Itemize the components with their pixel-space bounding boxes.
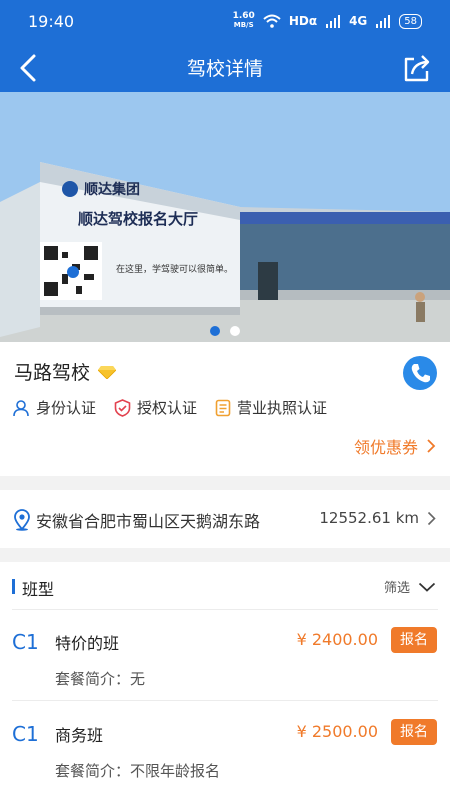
address-row[interactable]: 安徽省合肥市蜀山区天鹅湖东路 12552.61 km — [0, 490, 450, 548]
enroll-button[interactable]: 报名 — [391, 627, 437, 653]
address-distance: 12552.61 km — [319, 509, 436, 527]
page-title: 驾校详情 — [186, 58, 263, 80]
qr-code — [40, 242, 102, 300]
class-price: ¥ 2500.00 — [296, 722, 378, 741]
enroll-button[interactable]: 报名 — [391, 719, 437, 745]
class-item[interactable]: C1 特价的班 ¥ 2400.00 报名 套餐简介：无 — [0, 610, 450, 700]
school-info-card: 马路驾校 身份认证 授权认证 营业执照认证 领优惠券 — [0, 342, 450, 476]
banner-sign-slogan: 在这里，学驾驶可以很简单。 — [116, 263, 233, 274]
class-price: ¥ 2400.00 — [296, 630, 378, 649]
shield-icon — [114, 398, 131, 417]
carousel-dot-2[interactable] — [230, 326, 240, 336]
chevron-right-icon — [427, 511, 436, 525]
class-list: 班型 筛选 C1 特价的班 ¥ 2400.00 报名 套餐简介：无 C1 商务班… — [0, 562, 450, 800]
signal-icon-2 — [376, 15, 391, 28]
status-bar: 19:40 1.60 MB/S HDα 4G 58 — [0, 0, 450, 44]
chevron-right-icon — [427, 439, 436, 453]
carousel-dot-1[interactable] — [210, 326, 220, 336]
net-speed: 1.60 MB/S — [232, 11, 255, 30]
class-description: 套餐简介：不限年龄报名 — [55, 762, 221, 780]
class-name: 商务班 — [55, 726, 104, 745]
class-name: 特价的班 — [55, 634, 120, 653]
cert-list: 身份认证 授权认证 营业执照认证 — [12, 397, 327, 418]
address-text: 安徽省合肥市蜀山区天鹅湖东路 — [36, 512, 261, 531]
address-location: 安徽省合肥市蜀山区天鹅湖东路 — [12, 508, 260, 532]
signal-label: 4G — [349, 14, 368, 28]
signal-icon — [326, 15, 341, 28]
school-name: 马路驾校 — [14, 358, 117, 385]
school-name-text: 马路驾校 — [14, 362, 91, 384]
cert-authorization: 授权认证 — [114, 397, 197, 418]
school-banner[interactable]: 顺达集团 顺达驾校报名大厅 在这里，学驾驶可以很简单。 — [0, 92, 450, 342]
status-indicators: 1.60 MB/S HDα 4G 58 — [233, 12, 422, 30]
location-pin-icon — [14, 509, 30, 531]
section-accent-bar — [12, 579, 15, 594]
wifi-icon — [263, 14, 281, 28]
row-divider — [12, 700, 438, 701]
class-section-header: 班型 筛选 — [12, 562, 438, 610]
status-time: 19:40 — [28, 12, 75, 31]
cert-identity: 身份认证 — [12, 397, 96, 418]
phone-icon — [411, 364, 430, 383]
banner-sign-hall: 顺达驾校报名大厅 — [78, 210, 198, 228]
section-title: 班型 — [22, 580, 55, 599]
hd-label: HDα — [288, 14, 318, 28]
banner-image: 顺达集团 顺达驾校报名大厅 在这里，学驾驶可以很简单。 — [0, 92, 450, 342]
class-item[interactable]: C1 商务班 ¥ 2500.00 报名 套餐简介：不限年龄报名 — [0, 702, 450, 792]
nav-bar: 驾校详情 — [0, 44, 450, 92]
class-license-code: C1 — [12, 630, 39, 654]
class-description: 套餐简介：无 — [55, 670, 146, 688]
carousel-dots — [0, 326, 450, 336]
license-icon — [215, 399, 231, 416]
battery-indicator: 58 — [399, 13, 422, 29]
banner-sign-group: 顺达集团 — [84, 181, 140, 197]
share-icon[interactable] — [400, 50, 434, 86]
chevron-down-icon — [418, 582, 436, 592]
coupon-link[interactable]: 领优惠券 — [354, 434, 436, 458]
filter-dropdown[interactable]: 筛选 — [384, 577, 436, 596]
call-button[interactable] — [403, 356, 437, 390]
person-icon — [13, 399, 29, 416]
class-license-code: C1 — [12, 722, 39, 746]
cert-business-license: 营业执照认证 — [215, 397, 327, 418]
diamond-icon — [98, 365, 117, 379]
